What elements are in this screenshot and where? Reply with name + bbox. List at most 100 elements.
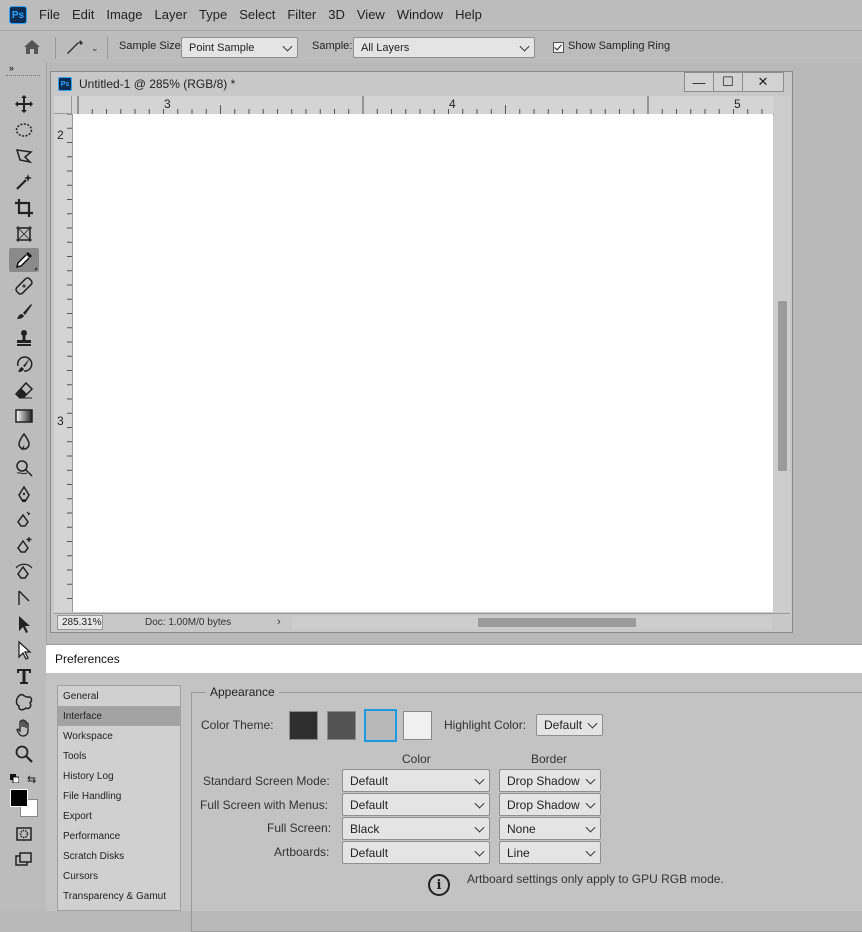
category-transparency-gamut[interactable]: Transparency & Gamut [58, 886, 180, 906]
document-title-bar[interactable]: Ps Untitled-1 @ 285% (RGB/8) * [51, 72, 792, 96]
zoom-tool[interactable] [9, 742, 39, 766]
horizontal-scrollbar[interactable] [292, 616, 772, 629]
minimize-button[interactable]: — [684, 72, 714, 92]
category-workspace[interactable]: Workspace [58, 726, 180, 746]
screen-mode-button[interactable] [9, 848, 39, 872]
menu-select[interactable]: Select [233, 0, 281, 30]
show-sampling-ring-checkbox[interactable] [553, 42, 564, 53]
menu-edit[interactable]: Edit [66, 0, 100, 30]
magic-wand-tool[interactable] [9, 170, 39, 194]
menu-view[interactable]: View [351, 0, 391, 30]
close-button[interactable]: ✕ [742, 72, 784, 92]
menu-file[interactable]: File [33, 0, 66, 30]
crop-tool[interactable] [9, 196, 39, 220]
zoom-field[interactable]: 285.31% [57, 615, 103, 630]
frame-tool[interactable] [9, 222, 39, 246]
category-tools[interactable]: Tools [58, 746, 180, 766]
collapse-panel-icon[interactable]: » [9, 63, 14, 73]
menu-image[interactable]: Image [100, 0, 148, 30]
category-cursors[interactable]: Cursors [58, 866, 180, 886]
vertical-scrollbar[interactable] [774, 96, 790, 612]
category-scratch-disks[interactable]: Scratch Disks [58, 846, 180, 866]
arrow-tool[interactable] [9, 638, 39, 662]
clone-stamp-tool[interactable] [9, 326, 39, 350]
curvature-pen-tool[interactable] [9, 560, 39, 584]
blur-tool[interactable] [9, 430, 39, 454]
pen-tool[interactable] [9, 482, 39, 506]
theme-medium-swatch[interactable] [364, 709, 397, 742]
hollow-arrow-icon [18, 640, 32, 660]
category-general[interactable]: General [58, 686, 180, 706]
vertical-scroll-thumb[interactable] [778, 301, 787, 471]
gradient-tool[interactable] [9, 404, 39, 428]
category-performance[interactable]: Performance [58, 826, 180, 846]
category-history-log[interactable]: History Log [58, 766, 180, 786]
home-icon[interactable] [22, 38, 42, 56]
quick-mask-button[interactable] [9, 822, 39, 846]
hand-icon [16, 719, 29, 737]
panel-grip[interactable] [6, 75, 40, 78]
highlight-color-select[interactable]: Default [536, 714, 603, 736]
magnifier-icon [15, 745, 33, 763]
add-anchor-tool[interactable] [9, 534, 39, 558]
vertical-ruler[interactable]: 2 3 [54, 114, 73, 612]
menu-layer[interactable]: Layer [149, 0, 194, 30]
category-interface[interactable]: Interface [58, 706, 180, 726]
horizontal-ruler[interactable]: 3 4 5 [72, 96, 778, 115]
foreground-color-swatch[interactable] [10, 789, 28, 807]
menu-type[interactable]: Type [193, 0, 233, 30]
horizontal-scroll-thumb[interactable] [478, 618, 636, 627]
healing-tool[interactable] [9, 274, 39, 298]
select-value: Line [507, 845, 530, 860]
swap-colors-icon[interactable]: ⇆ [27, 773, 36, 786]
theme-darkest-swatch[interactable] [289, 711, 318, 740]
history-brush-icon [16, 356, 33, 372]
status-menu-arrow-icon[interactable]: › [277, 616, 281, 628]
menu-filter[interactable]: Filter [281, 0, 322, 30]
standard-screen-border-select[interactable]: Drop Shadow [499, 769, 601, 792]
marquee-tool[interactable] [9, 118, 39, 142]
ruler-label: 3 [57, 414, 64, 428]
custom-shape-tool[interactable] [9, 690, 39, 714]
maximize-button[interactable]: ☐ [713, 72, 743, 92]
show-sampling-ring-label: Show Sampling Ring [568, 40, 671, 52]
sample-select[interactable]: All Layers [353, 37, 535, 58]
theme-dark-swatch[interactable] [327, 711, 356, 740]
select-value: None [507, 821, 536, 836]
brush-tool[interactable] [9, 300, 39, 324]
menu-3d[interactable]: 3D [322, 0, 351, 30]
full-screen-border-select[interactable]: None [499, 817, 601, 840]
full-screen-color-select[interactable]: Black [342, 817, 490, 840]
ruler-label: 3 [164, 97, 171, 111]
menu-window[interactable]: Window [391, 0, 449, 30]
move-tool[interactable] [9, 92, 39, 116]
lasso-tool[interactable] [9, 144, 39, 168]
eraser-tool[interactable] [9, 378, 39, 402]
direct-select-tool[interactable] [9, 612, 39, 636]
history-brush-tool[interactable] [9, 352, 39, 376]
eyedropper-tool[interactable] [9, 248, 39, 272]
dialog-title: Preferences [46, 645, 862, 673]
dodge-tool[interactable] [9, 456, 39, 480]
freeform-pen-tool[interactable] [9, 508, 39, 532]
doc-info[interactable]: Doc: 1.00M/0 bytes [145, 617, 231, 628]
menu-help[interactable]: Help [449, 0, 488, 30]
category-file-handling[interactable]: File Handling [58, 786, 180, 806]
chevron-down-icon[interactable]: ⌄ [91, 43, 99, 54]
path-select-tool[interactable] [9, 586, 39, 610]
standard-screen-color-select[interactable]: Default [342, 769, 490, 792]
type-tool[interactable] [9, 664, 39, 688]
sample-size-select[interactable]: Point Sample [181, 37, 298, 58]
default-colors-icon[interactable] [10, 774, 19, 783]
full-screen-menus-color-select[interactable]: Default [342, 793, 490, 816]
ruler-origin[interactable] [54, 96, 72, 114]
eyedropper-preset-icon[interactable] [64, 37, 86, 57]
hand-tool[interactable] [9, 716, 39, 740]
canvas[interactable] [73, 114, 773, 612]
category-export[interactable]: Export [58, 806, 180, 826]
artboards-border-select[interactable]: Line [499, 841, 601, 864]
full-screen-menus-border-select[interactable]: Drop Shadow [499, 793, 601, 816]
theme-light-swatch[interactable] [403, 711, 432, 740]
artboards-color-select[interactable]: Default [342, 841, 490, 864]
freeform-pen-icon [17, 511, 31, 527]
